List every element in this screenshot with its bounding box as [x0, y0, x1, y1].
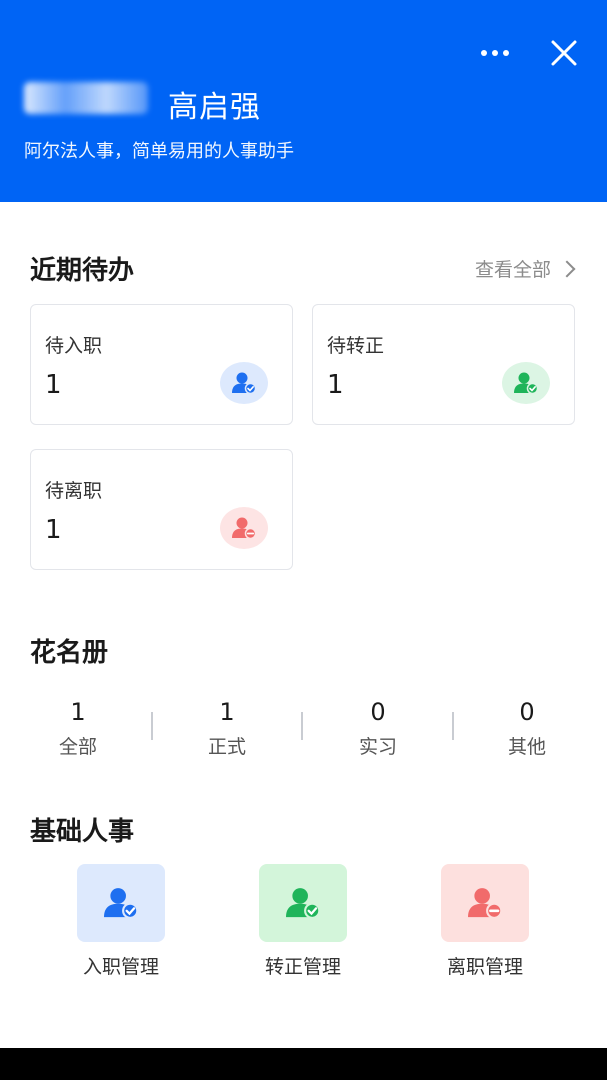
todo-card-pending-resign[interactable]: 待离职 1: [30, 449, 293, 570]
system-navigation-bar: [0, 1048, 607, 1080]
roster-stats: 1 全部 1 正式 0 实习 0 其他: [0, 696, 607, 766]
user-name: 高启强: [168, 90, 261, 125]
tile-label: 入职管理: [82, 956, 159, 978]
roster-label: 全部: [58, 736, 97, 758]
user-minus-icon: [220, 507, 268, 549]
tile-label: 转正管理: [264, 956, 341, 978]
roster-item-all[interactable]: 1 全部: [3, 696, 153, 759]
roster-count: 1: [219, 698, 235, 726]
todo-card-pending-onboard[interactable]: 待入职 1: [30, 304, 293, 425]
roster-item-intern[interactable]: 0 实习: [303, 696, 453, 759]
user-minus-icon: [441, 864, 529, 942]
roster-label: 其他: [507, 736, 546, 758]
card-count: 1: [45, 515, 62, 545]
more-icon[interactable]: [481, 50, 509, 56]
roster-label: 正式: [207, 736, 246, 758]
user-check-icon: [259, 864, 347, 942]
blurred-company-name: [24, 82, 148, 114]
card-label: 待入职: [45, 335, 103, 357]
roster-section-title: 花名册: [30, 638, 109, 668]
resign-management-button[interactable]: 离职管理: [420, 864, 550, 979]
user-check-icon: [220, 362, 268, 404]
app-slogan: 阿尔法人事，简单易用的人事助手: [24, 141, 294, 162]
user-check-icon: [77, 864, 165, 942]
roster-item-formal[interactable]: 1 正式: [152, 696, 302, 759]
roster-item-other[interactable]: 0 其他: [452, 696, 602, 759]
todo-card-pending-regular[interactable]: 待转正 1: [312, 304, 575, 425]
header-actions: [481, 38, 579, 68]
card-count: 1: [327, 370, 344, 400]
basic-section-title: 基础人事: [30, 817, 135, 847]
tile-label: 离职管理: [446, 956, 523, 978]
close-icon[interactable]: [549, 38, 579, 68]
view-all-label: 查看全部: [474, 259, 551, 281]
card-label: 待转正: [327, 335, 385, 357]
chevron-right-icon: [558, 260, 576, 277]
regular-management-button[interactable]: 转正管理: [238, 864, 368, 979]
app-header: 高启强 阿尔法人事，简单易用的人事助手: [0, 0, 607, 202]
roster-count: 0: [519, 698, 535, 726]
todo-section-title: 近期待办: [30, 256, 135, 286]
user-check-icon: [502, 362, 550, 404]
roster-count: 0: [370, 698, 386, 726]
roster-count: 1: [70, 698, 86, 726]
onboard-management-button[interactable]: 入职管理: [56, 864, 186, 979]
card-label: 待离职: [45, 480, 103, 502]
card-count: 1: [45, 370, 62, 400]
roster-label: 实习: [358, 736, 397, 758]
view-all-link[interactable]: 查看全部: [474, 255, 576, 282]
